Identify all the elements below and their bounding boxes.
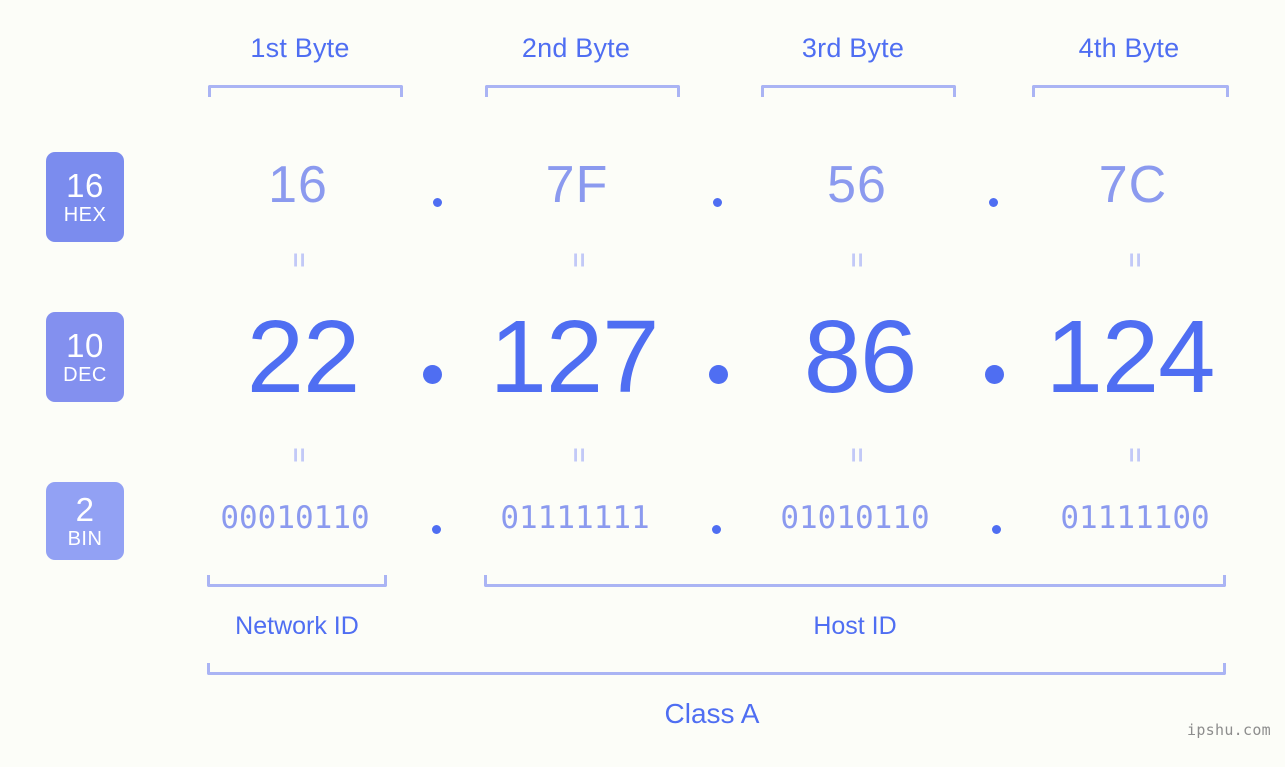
bin-badge-name: BIN [67, 528, 103, 550]
hex-badge-name: HEX [63, 204, 107, 226]
dec-separator-2 [706, 365, 730, 389]
class-bracket [207, 663, 1226, 675]
site-watermark: ipshu.com [1187, 721, 1271, 739]
dec-badge-base: 10 [66, 327, 104, 364]
equals-connector-dec-bin-1: = [285, 447, 315, 463]
equals-connector-hex-dec-4: = [1121, 252, 1151, 268]
bin-byte-4-value: 01111100 [1060, 500, 1210, 536]
network-id-bracket [207, 575, 387, 587]
bin-byte-2-value: 01111111 [500, 500, 650, 536]
byte-2-bracket [485, 85, 680, 97]
equals-connector-hex-dec-1: = [285, 252, 315, 268]
equals-connector-dec-bin-3: = [843, 447, 873, 463]
equals-connector-dec-bin-2: = [565, 447, 595, 463]
hex-byte-2-value: 7F [545, 156, 609, 214]
byte-header-2-label: 2nd Byte [521, 33, 631, 63]
hex-separator-3 [983, 190, 1003, 207]
hex-byte-3-value: 56 [827, 156, 887, 214]
bin-separator-1 [426, 521, 446, 539]
dec-row-badge: 10 DEC [46, 312, 124, 402]
equals-connector-hex-dec-2: = [565, 252, 595, 268]
host-id-label: Host ID [813, 612, 897, 640]
hex-separator-2 [707, 190, 727, 207]
bin-byte-3-value: 01010110 [780, 500, 930, 536]
dec-separator-3 [982, 365, 1006, 389]
hex-byte-1-value: 16 [268, 156, 328, 214]
bin-row-badge: 2 BIN [46, 482, 124, 560]
byte-header-3-label: 3rd Byte [801, 33, 905, 63]
dec-badge-name: DEC [63, 364, 107, 386]
hex-badge-base: 16 [66, 167, 104, 204]
dec-separator-1 [420, 365, 444, 389]
bin-badge-base: 2 [75, 491, 95, 528]
bin-separator-2 [706, 521, 726, 539]
class-label: Class A [664, 698, 760, 729]
ip-address-breakdown-diagram: 1st Byte 2nd Byte 3rd Byte 4th Byte 16 H… [0, 0, 1285, 767]
equals-connector-dec-bin-4: = [1121, 447, 1151, 463]
byte-header-1-label: 1st Byte [250, 33, 350, 63]
bin-separator-3 [986, 521, 1006, 539]
byte-3-bracket [761, 85, 956, 97]
dec-byte-3-value: 86 [803, 299, 918, 414]
hex-row-badge: 16 HEX [46, 152, 124, 242]
dec-byte-4-value: 124 [1045, 299, 1216, 414]
dec-byte-1-value: 22 [246, 299, 361, 414]
hex-separator-1 [427, 190, 447, 207]
byte-4-bracket [1032, 85, 1229, 97]
equals-connector-hex-dec-3: = [843, 252, 873, 268]
network-id-label: Network ID [235, 612, 359, 640]
host-id-bracket [484, 575, 1226, 587]
byte-header-4-label: 4th Byte [1078, 33, 1180, 63]
hex-byte-4-value: 7C [1098, 156, 1168, 214]
byte-1-bracket [208, 85, 403, 97]
bin-byte-1-value: 00010110 [220, 500, 370, 536]
dec-byte-2-value: 127 [489, 299, 660, 414]
